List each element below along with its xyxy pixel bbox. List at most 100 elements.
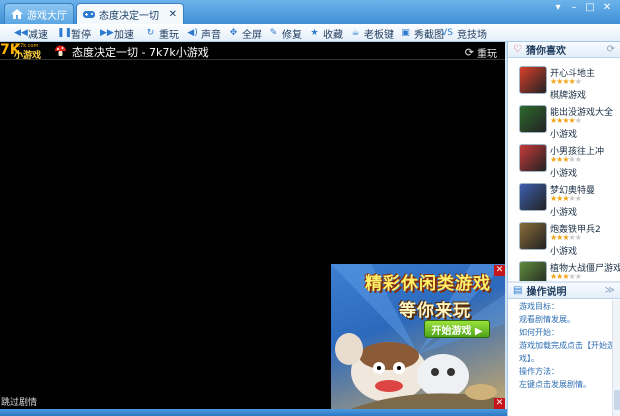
instruction-line: 戏】。 — [519, 354, 539, 363]
fullscreen-icon: ✥ — [229, 28, 238, 38]
gamepad-icon — [83, 11, 95, 18]
site-logo[interactable]: 7K 7k7k.com 小游戏 — [0, 42, 50, 61]
ad-close-icon[interactable]: ✕ — [494, 398, 505, 409]
fullscreen-button[interactable]: ✥ 全屏 — [228, 24, 262, 42]
instruction-line: 游戏目标： — [519, 302, 559, 311]
recommended-games-list: 开心斗地主 ★★★★★ 棋牌游戏 能出没游戏大全 ★★★★★ 小游戏 小男孩往上冲 ★★★★★… — [508, 59, 620, 281]
game-category: 小游戏 — [550, 130, 578, 140]
instruction-line: 观看剧情发展。 — [519, 315, 575, 324]
instruction-line: 操作方法： — [519, 367, 559, 376]
refresh-button[interactable]: ⟳ 重玩 — [465, 45, 497, 60]
game-list-item[interactable]: 能出没游戏大全 ★★★★★ 小游戏 — [508, 103, 620, 142]
title-bar: 游戏大厅 态度决定一切 ✕ ▾ – □ ✕ — [0, 0, 620, 24]
speed-up-button[interactable]: ▶▶ 加速 — [100, 24, 134, 42]
game-instructions: 游戏目标： 观看剧情发展。 如何开始： 游戏加载完成点击【开始游 戏】。操作方法： 左键点… — [508, 300, 612, 391]
button-label: 加速 — [114, 29, 134, 41]
button-label: 声音 — [201, 29, 221, 41]
game-thumbnail[interactable] — [519, 261, 547, 281]
game-list-item[interactable]: 炮轰铁甲兵2 ★★★★★ 小游戏 — [508, 220, 620, 259]
refresh-icon: ⟳ — [464, 46, 474, 59]
close-icon[interactable]: ✕ — [169, 9, 177, 20]
ad-close-icon[interactable]: ✕ — [494, 265, 505, 276]
game-title: 态度决定一切 - 7k7k小游戏 — [72, 46, 209, 59]
maximize-icon[interactable]: □ — [583, 2, 597, 13]
advertisement-banner[interactable]: 精彩休闲类游戏 等你来玩 开始游戏 ▶ — [331, 264, 505, 409]
menu-chevron-icon[interactable]: ▾ — [551, 2, 565, 13]
game-thumbnail[interactable] — [519, 66, 547, 94]
instruction-line: 如何开始： — [519, 328, 559, 337]
ad-subheadline: 等你来玩 — [399, 301, 471, 321]
arena-icon: VS — [441, 28, 453, 38]
arena-button[interactable]: VS 竞技场 — [440, 24, 487, 42]
game-thumbnail[interactable] — [519, 183, 547, 211]
rating-stars: ★★★★★ — [550, 194, 582, 203]
game-category: 小游戏 — [550, 208, 578, 218]
speaker-icon: ◀) — [187, 28, 198, 38]
info-icon: ▤ — [513, 285, 523, 296]
pause-button[interactable]: ❚❚ 暂停 — [57, 24, 91, 42]
collapse-icon[interactable]: ≫ — [605, 285, 615, 296]
wrench-icon: ✎ — [269, 28, 278, 38]
instruction-line: 左键点击发展剧情。 — [519, 380, 591, 389]
heart-icon: ♡ — [513, 44, 522, 55]
tab-game-hall[interactable]: 游戏大厅 — [4, 3, 74, 24]
rating-stars: ★★★★★ — [550, 116, 582, 125]
replay-button[interactable]: ↻ 重玩 — [145, 24, 179, 42]
rewind-icon: ◀◀ — [14, 28, 28, 38]
minimize-icon[interactable]: – — [567, 2, 581, 13]
recommend-header: ♡ 猜你喜欢 ⟳ — [508, 42, 620, 58]
star-icon: ★ — [310, 28, 319, 38]
game-thumbnail[interactable] — [519, 144, 547, 172]
button-label: 重玩 — [159, 29, 179, 41]
rating-stars: ★★★★★ — [550, 272, 582, 281]
screenshot-icon: ▣ — [401, 28, 410, 38]
game-list-item[interactable]: 小男孩往上冲 ★★★★★ 小游戏 — [508, 142, 620, 181]
fast-forward-icon: ▶▶ — [100, 28, 114, 38]
rating-stars: ★★★★★ — [550, 77, 582, 86]
game-list-item[interactable]: 植物大战僵尸游戏★★★★★小游戏 — [508, 259, 620, 281]
button-label: 重玩 — [477, 49, 497, 60]
scroll-thumb[interactable] — [614, 390, 620, 410]
sound-button[interactable]: ◀) 声音 — [187, 24, 221, 42]
button-label: 老板键 — [364, 29, 394, 41]
button-label: 全屏 — [242, 29, 262, 41]
instruction-line: 游戏加载完成点击【开始游 — [519, 341, 612, 350]
toolbar: ◀◀ 减速 ❚❚ 暂停 ▶▶ 加速 ↻ 重玩 ◀) 声音 ✥ 全屏 ✎ 修复 ★ 收藏 ☕ 老板键… — [0, 24, 620, 42]
slow-down-button[interactable]: ◀◀ 减速 — [14, 24, 48, 42]
screenshot-button[interactable]: ▣ 秀截图 — [400, 24, 444, 42]
tab-label: 游戏大厅 — [27, 10, 67, 22]
tab-label: 态度决定一切 — [99, 10, 159, 22]
game-category: 棋牌游戏 — [550, 91, 587, 101]
button-label: 竞技场 — [457, 29, 487, 41]
tab-current-game[interactable]: 态度决定一切 ✕ — [76, 3, 184, 24]
instructions-scrollbar[interactable] — [612, 300, 620, 416]
mushroom-icon — [55, 45, 66, 56]
boss-key-icon: ☕ — [351, 28, 360, 38]
game-category: 小游戏 — [550, 247, 578, 257]
section-title: 猜你喜欢 — [525, 46, 566, 57]
section-title: 操作说明 — [526, 287, 567, 298]
pause-icon: ❚❚ — [57, 28, 73, 38]
button-label: 修复 — [282, 29, 302, 41]
ad-headline: 精彩休闲类游戏 — [365, 274, 491, 294]
game-header: 7K 7k7k.com 小游戏 态度决定一切 - 7k7k小游戏 ⟳ 重玩 — [0, 42, 505, 61]
repair-button[interactable]: ✎ 修复 — [268, 24, 302, 42]
bottom-bar — [0, 409, 507, 416]
game-list-item[interactable]: 梦幻奥特曼 ★★★★★ 小游戏 — [508, 181, 620, 220]
game-list-item[interactable]: 开心斗地主 ★★★★★ 棋牌游戏 — [508, 64, 620, 103]
game-thumbnail[interactable] — [519, 105, 547, 133]
house-icon — [11, 9, 23, 19]
boss-key-button[interactable]: ☕ 老板键 — [350, 24, 394, 42]
button-label: 暂停 — [71, 29, 91, 41]
replay-icon: ↻ — [146, 28, 155, 38]
rating-stars: ★★★★★ — [550, 233, 582, 242]
rating-stars: ★★★★★ — [550, 155, 582, 164]
window-close-icon[interactable]: ✕ — [600, 2, 614, 13]
button-label: 减速 — [28, 29, 48, 41]
game-thumbnail[interactable] — [519, 222, 547, 250]
button-label: 收藏 — [323, 29, 343, 41]
refresh-icon[interactable]: ⟳ — [607, 44, 615, 55]
favorite-button[interactable]: ★ 收藏 — [309, 24, 343, 42]
start-game-button[interactable]: 开始游戏 ▶ — [424, 320, 490, 338]
side-panel: ♡ 猜你喜欢 ⟳ 开心斗地主 ★★★★★ 棋牌游戏 能出没游戏大全 ★★★★★ 小游戏 小男… — [507, 42, 620, 416]
